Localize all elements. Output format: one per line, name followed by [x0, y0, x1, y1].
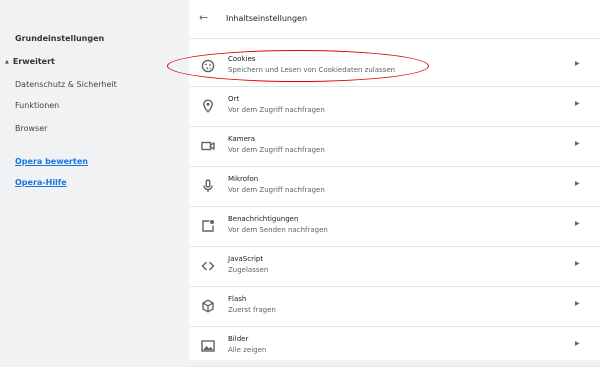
setting-description: Zuerst fragen	[228, 306, 276, 314]
page-header: ← Inhaltseinstellungen	[189, 0, 600, 38]
sidebar-link-opera-hilfe[interactable]: Opera-Hilfe	[15, 178, 67, 187]
cookie-icon	[201, 59, 215, 73]
setting-description: Alle zeigen	[228, 346, 267, 354]
setting-description: Vor dem Senden nachfragen	[228, 226, 328, 234]
sidebar-link-opera-bewerten[interactable]: Opera bewerten	[15, 157, 88, 166]
microphone-icon	[203, 179, 213, 192]
sidebar-item-browser[interactable]: Browser	[15, 124, 47, 133]
setting-row-ort[interactable]: Ort Vor dem Zugriff nachfragen ▶	[189, 86, 600, 127]
chevron-right-icon: ▶	[575, 100, 580, 107]
chevron-right-icon: ▶	[575, 140, 580, 147]
setting-row-flash[interactable]: Flash Zuerst fragen ▶	[189, 286, 600, 327]
setting-row-kamera[interactable]: Kamera Vor dem Zugriff nachfragen ▶	[189, 126, 600, 167]
chevron-right-icon: ▶	[575, 60, 580, 67]
expand-triangle-icon: ▲	[5, 59, 9, 65]
location-pin-icon	[203, 99, 213, 113]
setting-name: Bilder	[228, 335, 249, 343]
sidebar-item-datenschutz[interactable]: Datenschutz & Sicherheit	[15, 80, 117, 89]
chevron-right-icon: ▶	[575, 340, 580, 347]
page-title: Inhaltseinstellungen	[226, 14, 308, 23]
setting-row-javascript[interactable]: JavaScript Zugelassen ▶	[189, 246, 600, 287]
setting-description: Vor dem Zugriff nachfragen	[228, 186, 325, 194]
sidebar-item-erweitert-label: Erweitert	[12, 57, 55, 66]
setting-description: Zugelassen	[228, 266, 269, 274]
image-icon	[201, 340, 215, 352]
chevron-right-icon: ▶	[575, 300, 580, 307]
setting-name: Flash	[228, 295, 247, 303]
arrow-left-icon[interactable]: ←	[199, 11, 208, 24]
sidebar-item-grundeinstellungen[interactable]: Grundeinstellungen	[15, 34, 104, 43]
sidebar-item-funktionen[interactable]: Funktionen	[15, 101, 59, 110]
setting-row-mikrofon[interactable]: Mikrofon Vor dem Zugriff nachfragen ▶	[189, 166, 600, 207]
setting-row-bilder[interactable]: Bilder Alle zeigen ▶	[189, 326, 600, 367]
setting-name: JavaScript	[228, 255, 264, 263]
setting-name: Benachrichtigungen	[228, 215, 299, 223]
setting-description: Vor dem Zugriff nachfragen	[228, 106, 325, 114]
chevron-right-icon: ▶	[575, 220, 580, 227]
chevron-right-icon: ▶	[575, 180, 580, 187]
code-icon	[201, 261, 215, 271]
setting-description: Speichern und Lesen von Cookiedaten zula…	[228, 66, 396, 74]
sidebar-item-erweitert[interactable]: ▲ Erweitert	[5, 57, 55, 66]
setting-name: Kamera	[228, 135, 256, 143]
setting-name: Ort	[228, 95, 240, 103]
chevron-right-icon: ▶	[575, 260, 580, 267]
setting-row-benachrichtigungen[interactable]: Benachrichtigungen Vor dem Senden nachfr…	[189, 206, 600, 247]
setting-name: Cookies	[228, 55, 256, 63]
camera-icon	[201, 141, 215, 151]
setting-description: Vor dem Zugriff nachfragen	[228, 146, 325, 154]
header-divider	[189, 38, 600, 39]
setting-row-cookies[interactable]: Cookies Speichern und Lesen von Cookieda…	[189, 46, 600, 87]
notification-icon	[202, 220, 214, 232]
sidebar: Grundeinstellungen ▲ Erweitert Datenschut…	[0, 0, 140, 360]
content-settings-panel: ← Inhaltseinstellungen Cookies Speichern…	[189, 0, 600, 367]
setting-name: Mikrofon	[228, 175, 259, 183]
puzzle-piece-icon	[202, 299, 214, 313]
